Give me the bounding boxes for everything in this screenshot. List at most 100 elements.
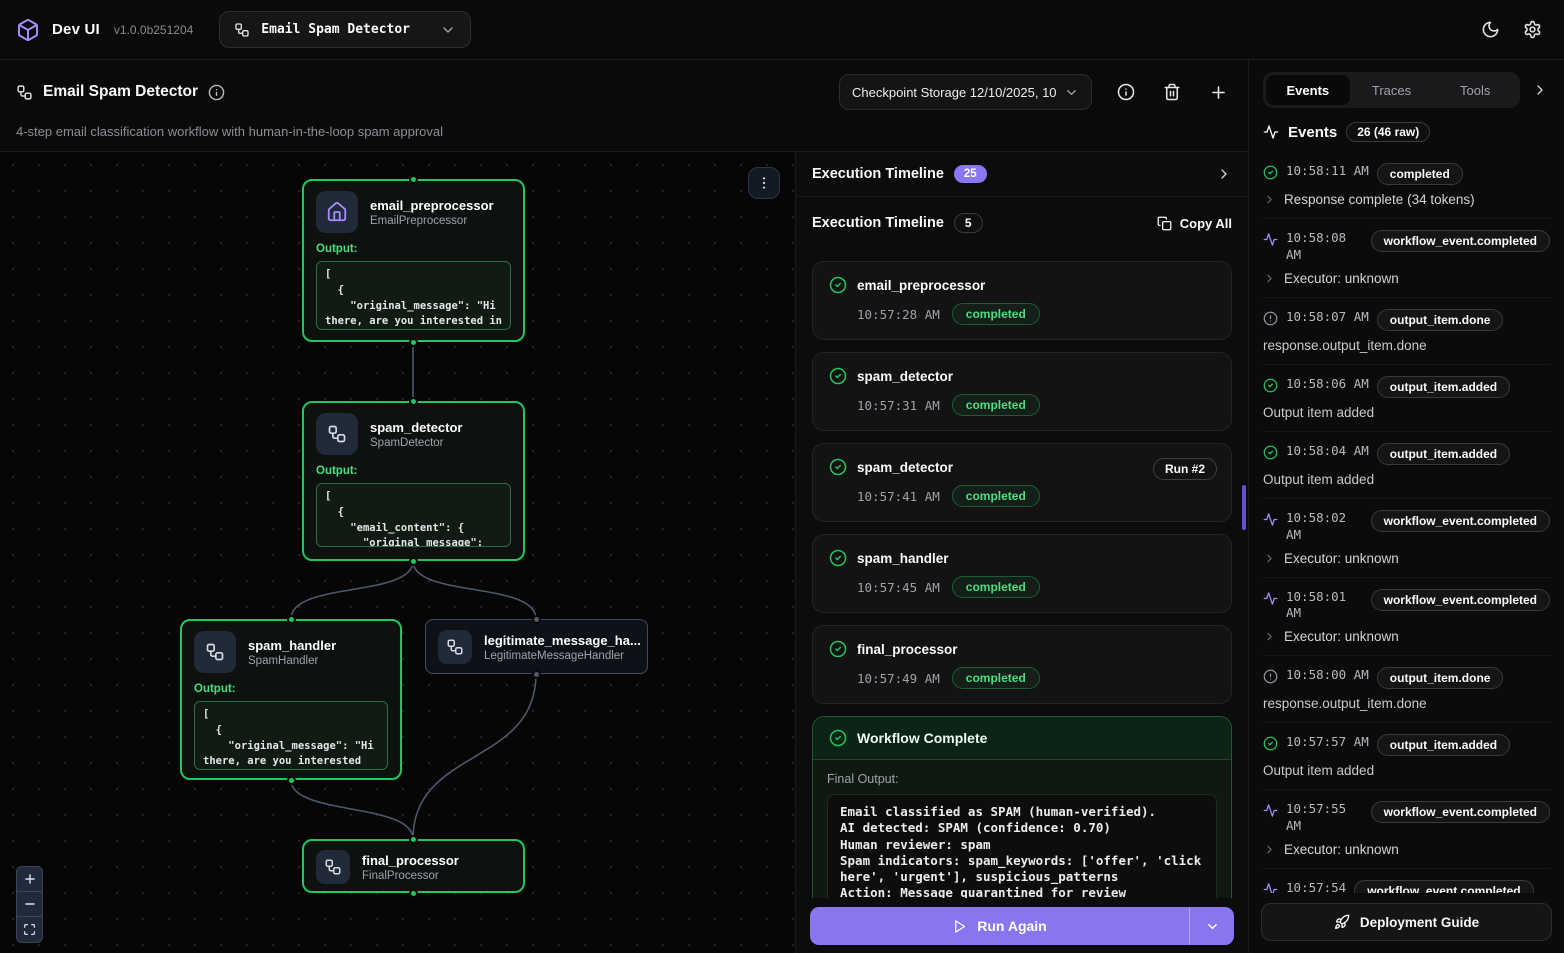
collapse-panel-button[interactable] xyxy=(1216,166,1232,182)
event-item[interactable]: 10:58:06 AM output_item.added Output ite… xyxy=(1263,365,1550,432)
kebab-menu-icon xyxy=(756,175,772,191)
final-output-text: Email classified as SPAM (human-verified… xyxy=(827,794,1217,898)
node-spam-handler[interactable]: spam_handler SpamHandler Output: [ { "or… xyxy=(180,619,402,780)
node-subtitle: SpamDetector xyxy=(370,437,462,449)
event-item[interactable]: 10:58:08 AM workflow_event.completed Exe… xyxy=(1263,219,1550,298)
node-output-preview: [ { "email_content": { "original_message… xyxy=(316,483,511,547)
step-time: 10:57:31 AM xyxy=(857,398,940,413)
event-item[interactable]: 10:57:57 AM output_item.added Output ite… xyxy=(1263,723,1550,790)
event-item[interactable]: 10:58:01 AM workflow_event.completed Exe… xyxy=(1263,578,1550,657)
step-time: 10:57:49 AM xyxy=(857,671,940,686)
delete-checkpoint-button[interactable] xyxy=(1160,80,1184,104)
zoom-out-button[interactable] xyxy=(17,892,42,917)
run-number-badge: Run #2 xyxy=(1153,458,1217,480)
node-output-preview: [ { "original_message": "Hi there, are y… xyxy=(316,261,511,330)
node-email-preprocessor[interactable]: email_preprocessor EmailPreprocessor Out… xyxy=(302,179,525,342)
run-again-label: Run Again xyxy=(977,918,1046,934)
activity-icon xyxy=(1263,124,1279,140)
node-spam-detector[interactable]: spam_detector SpamDetector Output: [ { "… xyxy=(302,401,525,561)
workflow-selector[interactable]: Email Spam Detector xyxy=(219,11,471,48)
activity-icon xyxy=(1263,803,1278,818)
deployment-guide-button[interactable]: Deployment Guide xyxy=(1261,903,1552,941)
event-type-badge: output_item.added xyxy=(1377,734,1510,756)
event-detail: Executor: unknown xyxy=(1284,551,1399,566)
zoom-in-button[interactable] xyxy=(17,867,42,892)
chevron-right-icon[interactable] xyxy=(1263,552,1276,565)
checkpoint-selector[interactable]: Checkpoint Storage 12/10/2025, 10:5 xyxy=(839,74,1092,110)
timeline-step[interactable]: final_processor 10:57:49 AM completed xyxy=(812,625,1232,704)
node-title: legitimate_message_ha... xyxy=(484,633,641,648)
event-item[interactable]: 10:58:04 AM output_item.added Output ite… xyxy=(1263,432,1550,499)
info-icon[interactable] xyxy=(208,84,225,101)
event-detail: Output item added xyxy=(1263,472,1374,487)
event-time: 10:57:57 AM xyxy=(1286,734,1369,751)
circle-alert-icon xyxy=(1263,669,1278,684)
timeline-step[interactable]: spam_detector 10:57:41 AM completed Run … xyxy=(812,443,1232,522)
event-type-badge: workflow_event.completed xyxy=(1371,801,1550,823)
step-name: email_preprocessor xyxy=(857,278,985,293)
node-title: spam_handler xyxy=(248,638,336,653)
fit-view-button[interactable] xyxy=(17,917,42,942)
node-final-processor[interactable]: final_processor FinalProcessor xyxy=(302,839,525,893)
event-item[interactable]: 10:57:54 workflow_event.completed xyxy=(1263,869,1550,893)
tab-traces[interactable]: Traces xyxy=(1350,75,1434,105)
chevron-right-icon[interactable] xyxy=(1263,193,1276,206)
timeline-list: email_preprocessor 10:57:28 AM completed… xyxy=(796,249,1248,898)
status-badge: completed xyxy=(952,576,1040,598)
event-item[interactable]: 10:58:11 AM completed Response complete … xyxy=(1263,152,1550,219)
canvas-menu-button[interactable] xyxy=(748,167,780,199)
settings-button[interactable] xyxy=(1516,14,1548,46)
events-sidebar: Events Traces Tools Events 26 (46 raw) 1… xyxy=(1248,60,1564,953)
rocket-icon xyxy=(1334,914,1350,930)
event-type-badge: workflow_event.completed xyxy=(1354,880,1533,893)
chevron-right-icon[interactable] xyxy=(1263,630,1276,643)
event-type-badge: workflow_event.completed xyxy=(1371,589,1550,611)
node-subtitle: SpamHandler xyxy=(248,655,336,667)
status-badge: completed xyxy=(952,303,1040,325)
workflow-icon xyxy=(316,413,358,455)
circle-check-icon xyxy=(829,458,847,476)
node-port xyxy=(409,835,418,844)
timeline-scrollbar[interactable] xyxy=(1242,485,1246,530)
event-item[interactable]: 10:58:02 AM workflow_event.completed Exe… xyxy=(1263,499,1550,578)
checkpoint-selector-value: Checkpoint Storage 12/10/2025, 10:5 xyxy=(852,85,1056,100)
checkpoint-info-button[interactable] xyxy=(1114,80,1138,104)
activity-icon xyxy=(1263,512,1278,527)
event-item[interactable]: 10:58:07 AM output_item.done response.ou… xyxy=(1263,298,1550,365)
node-legitimate-message-handler[interactable]: legitimate_message_ha... LegitimateMessa… xyxy=(425,619,648,674)
timeline-count-badge: 25 xyxy=(954,165,987,183)
workflow-canvas[interactable]: email_preprocessor EmailPreprocessor Out… xyxy=(0,152,795,953)
timeline-step[interactable]: spam_detector 10:57:31 AM completed xyxy=(812,352,1232,431)
tab-tools[interactable]: Tools xyxy=(1433,75,1517,105)
tab-events[interactable]: Events xyxy=(1266,75,1350,105)
step-name: spam_handler xyxy=(857,551,949,566)
chevron-right-icon[interactable] xyxy=(1263,272,1276,285)
workflow-complete-card: Workflow Complete Final Output: Email cl… xyxy=(812,716,1232,898)
node-port xyxy=(409,397,418,406)
run-options-dropdown[interactable] xyxy=(1190,907,1234,945)
copy-all-button[interactable]: Copy All xyxy=(1157,216,1232,231)
event-item[interactable]: 10:57:55 AM workflow_event.completed Exe… xyxy=(1263,790,1550,869)
node-port xyxy=(409,175,418,184)
chevron-right-icon[interactable] xyxy=(1263,843,1276,856)
event-type-badge: output_item.done xyxy=(1377,667,1504,689)
activity-icon xyxy=(1263,232,1278,247)
circle-check-icon xyxy=(829,549,847,567)
node-port xyxy=(409,338,418,347)
timeline-step[interactable]: spam_handler 10:57:45 AM completed xyxy=(812,534,1232,613)
chevron-down-icon xyxy=(1205,919,1220,934)
status-badge: completed xyxy=(952,667,1040,689)
collapse-sidebar-button[interactable] xyxy=(1528,78,1552,102)
step-time: 10:57:41 AM xyxy=(857,489,940,504)
fit-view-icon xyxy=(23,923,36,936)
dark-mode-toggle[interactable] xyxy=(1474,14,1506,46)
workflow-icon xyxy=(16,84,33,101)
event-time: 10:58:04 AM xyxy=(1286,443,1369,460)
activity-icon xyxy=(1263,882,1278,893)
run-again-button[interactable]: Run Again xyxy=(810,907,1234,945)
events-count-badge: 26 (46 raw) xyxy=(1346,122,1430,142)
add-checkpoint-button[interactable] xyxy=(1206,80,1230,104)
event-item[interactable]: 10:58:00 AM output_item.done response.ou… xyxy=(1263,656,1550,723)
timeline-step[interactable]: email_preprocessor 10:57:28 AM completed xyxy=(812,261,1232,340)
workflow-icon xyxy=(316,850,350,884)
